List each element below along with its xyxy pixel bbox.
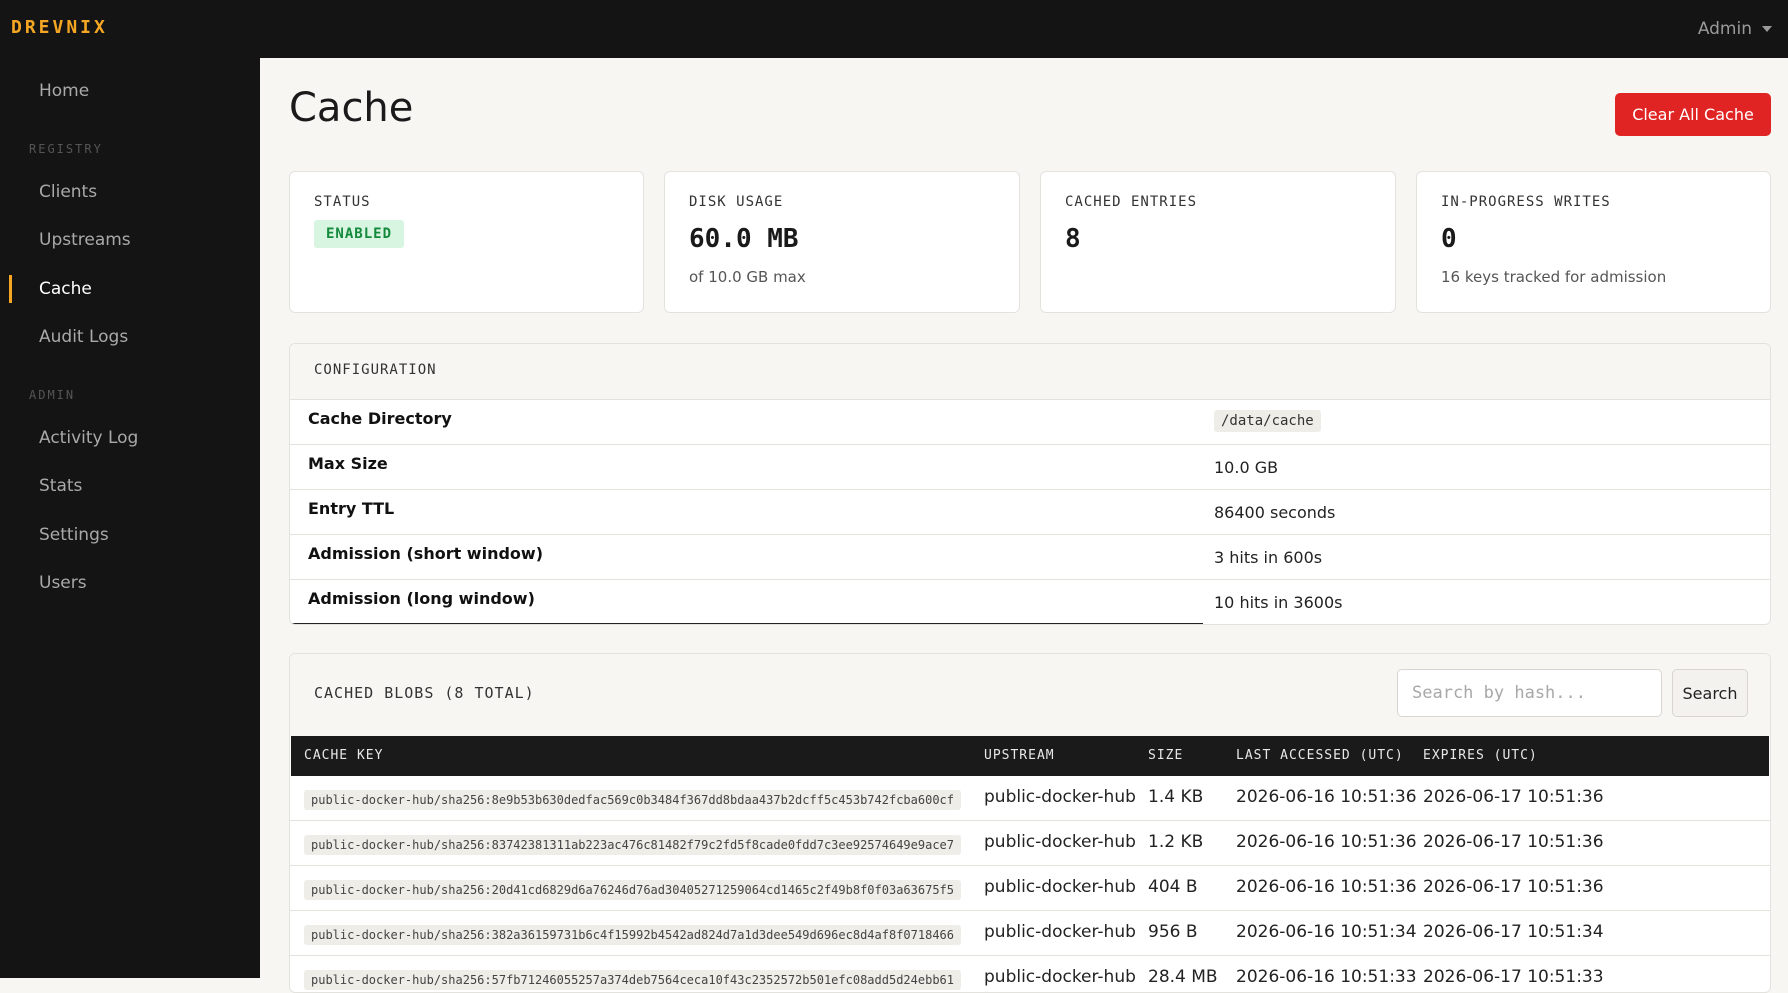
sidebar-item-cache[interactable]: Cache bbox=[39, 279, 92, 299]
size-cell: 1.4 KB bbox=[1148, 787, 1204, 807]
search-input[interactable] bbox=[1397, 669, 1662, 717]
status-badge: ENABLED bbox=[314, 220, 405, 248]
table-row[interactable]: public-docker-hub/sha256:57fb71246055257… bbox=[290, 956, 1770, 992]
upstream-cell: public-docker-hub bbox=[984, 832, 1136, 852]
table-row[interactable]: public-docker-hub/sha256:83742381311ab22… bbox=[290, 821, 1770, 866]
config-row: Cache Directory /data/cache bbox=[290, 400, 1770, 445]
last-accessed-cell: 2026-06-16 10:51:36 bbox=[1236, 832, 1417, 852]
config-key: Admission (long window) bbox=[308, 589, 535, 608]
expires-cell: 2026-06-17 10:51:36 bbox=[1423, 877, 1604, 897]
table-header: CACHE KEY UPSTREAM SIZE LAST ACCESSED (U… bbox=[291, 736, 1769, 776]
sidebar: Home REGISTRY Clients Upstreams Cache Au… bbox=[0, 58, 260, 978]
expires-cell: 2026-06-17 10:51:36 bbox=[1423, 832, 1604, 852]
cached-blobs-title: CACHED BLOBS (8 TOTAL) bbox=[314, 684, 535, 702]
status-label: STATUS bbox=[314, 194, 371, 210]
upstream-cell: public-docker-hub bbox=[984, 877, 1136, 897]
config-key: Entry TTL bbox=[308, 499, 395, 518]
in-progress-writes-card: IN-PROGRESS WRITES 0 16 keys tracked for… bbox=[1416, 171, 1771, 313]
sidebar-item-settings[interactable]: Settings bbox=[39, 525, 109, 545]
last-accessed-cell: 2026-06-16 10:51:33 bbox=[1236, 967, 1417, 987]
config-row: Admission (short window) 3 hits in 600s bbox=[290, 535, 1770, 580]
user-menu[interactable]: Admin bbox=[1698, 19, 1772, 39]
divider bbox=[290, 623, 1203, 624]
table-row[interactable]: public-docker-hub/sha256:8e9b53b630dedfa… bbox=[290, 776, 1770, 821]
cached-entries-card: CACHED ENTRIES 8 bbox=[1040, 171, 1396, 313]
configuration-title: CONFIGURATION bbox=[314, 362, 437, 378]
sidebar-item-stats[interactable]: Stats bbox=[39, 476, 82, 496]
cache-key: public-docker-hub/sha256:20d41cd6829d6a7… bbox=[304, 880, 961, 900]
last-accessed-cell: 2026-06-16 10:51:36 bbox=[1236, 787, 1417, 807]
config-value: 86400 seconds bbox=[1214, 503, 1336, 522]
cache-key: public-docker-hub/sha256:83742381311ab22… bbox=[304, 835, 961, 855]
page-title: Cache bbox=[289, 85, 414, 131]
last-accessed-cell: 2026-06-16 10:51:34 bbox=[1236, 922, 1417, 942]
last-accessed-cell: 2026-06-16 10:51:36 bbox=[1236, 877, 1417, 897]
active-indicator bbox=[9, 275, 12, 303]
cache-key: public-docker-hub/sha256:382a36159731b6c… bbox=[304, 925, 961, 945]
clear-all-cache-button[interactable]: Clear All Cache bbox=[1615, 93, 1771, 136]
cache-key: public-docker-hub/sha256:57fb71246055257… bbox=[304, 970, 961, 990]
config-row: Entry TTL 86400 seconds bbox=[290, 490, 1770, 535]
expires-cell: 2026-06-17 10:51:33 bbox=[1423, 967, 1604, 987]
disk-usage-card: DISK USAGE 60.0 MB of 10.0 GB max bbox=[664, 171, 1020, 313]
sidebar-item-upstreams[interactable]: Upstreams bbox=[39, 230, 131, 250]
table-row[interactable]: public-docker-hub/sha256:382a36159731b6c… bbox=[290, 911, 1770, 956]
config-row: Max Size 10.0 GB bbox=[290, 445, 1770, 490]
configuration-header: CONFIGURATION bbox=[290, 344, 1770, 400]
expires-cell: 2026-06-17 10:51:36 bbox=[1423, 787, 1604, 807]
size-cell: 956 B bbox=[1148, 922, 1198, 942]
sidebar-section-registry: REGISTRY bbox=[29, 142, 103, 156]
cached-entries-value: 8 bbox=[1065, 224, 1081, 254]
config-key: Max Size bbox=[308, 454, 388, 473]
cached-entries-label: CACHED ENTRIES bbox=[1065, 194, 1198, 210]
config-value: /data/cache bbox=[1214, 410, 1321, 432]
config-row: Admission (long window) 10 hits in 3600s bbox=[290, 580, 1770, 624]
main-content: Cache Clear All Cache STATUS ENABLED DIS… bbox=[260, 58, 1788, 993]
upstream-cell: public-docker-hub bbox=[984, 787, 1136, 807]
config-value: 10.0 GB bbox=[1214, 458, 1279, 477]
column-header-size[interactable]: SIZE bbox=[1148, 748, 1183, 763]
brand-logo[interactable]: DREVNIX bbox=[11, 17, 108, 38]
column-header-upstream[interactable]: UPSTREAM bbox=[984, 748, 1055, 763]
sidebar-item-activity-log[interactable]: Activity Log bbox=[39, 428, 138, 448]
config-key: Admission (short window) bbox=[308, 544, 543, 563]
config-key: Cache Directory bbox=[308, 409, 452, 428]
sidebar-item-clients[interactable]: Clients bbox=[39, 182, 97, 202]
upstream-cell: public-docker-hub bbox=[984, 922, 1136, 942]
configuration-panel: CONFIGURATION Cache Directory /data/cach… bbox=[289, 343, 1771, 625]
top-bar: DREVNIX Admin bbox=[0, 0, 1788, 58]
column-header-cache-key[interactable]: CACHE KEY bbox=[304, 748, 383, 763]
cache-directory-value: /data/cache bbox=[1214, 410, 1321, 432]
upstream-cell: public-docker-hub bbox=[984, 967, 1136, 987]
search-button[interactable]: Search bbox=[1672, 669, 1748, 717]
config-value: 3 hits in 600s bbox=[1214, 548, 1323, 567]
size-cell: 404 B bbox=[1148, 877, 1198, 897]
in-progress-writes-sub: 16 keys tracked for admission bbox=[1441, 268, 1667, 286]
cached-blobs-panel: CACHED BLOBS (8 TOTAL) Search CACHE KEY … bbox=[289, 653, 1771, 993]
in-progress-writes-value: 0 bbox=[1441, 224, 1457, 254]
table-row[interactable]: public-docker-hub/sha256:20d41cd6829d6a7… bbox=[290, 866, 1770, 911]
disk-usage-sub: of 10.0 GB max bbox=[689, 268, 806, 286]
caret-down-icon bbox=[1762, 26, 1772, 32]
cached-blobs-header: CACHED BLOBS (8 TOTAL) Search bbox=[290, 654, 1770, 736]
sidebar-section-admin: ADMIN bbox=[29, 388, 76, 402]
size-cell: 28.4 MB bbox=[1148, 967, 1218, 987]
in-progress-writes-label: IN-PROGRESS WRITES bbox=[1441, 194, 1611, 210]
sidebar-item-audit-logs[interactable]: Audit Logs bbox=[39, 327, 128, 347]
cache-key: public-docker-hub/sha256:8e9b53b630dedfa… bbox=[304, 790, 961, 810]
status-card: STATUS ENABLED bbox=[289, 171, 644, 313]
column-header-last-accessed[interactable]: LAST ACCESSED (UTC) bbox=[1236, 748, 1404, 763]
expires-cell: 2026-06-17 10:51:34 bbox=[1423, 922, 1604, 942]
user-menu-label: Admin bbox=[1697, 19, 1752, 39]
config-value: 10 hits in 3600s bbox=[1214, 593, 1343, 612]
size-cell: 1.2 KB bbox=[1148, 832, 1204, 852]
sidebar-item-users[interactable]: Users bbox=[39, 573, 87, 593]
disk-usage-value: 60.0 MB bbox=[689, 224, 799, 254]
column-header-expires[interactable]: EXPIRES (UTC) bbox=[1423, 748, 1538, 763]
sidebar-item-home[interactable]: Home bbox=[39, 81, 89, 101]
disk-usage-label: DISK USAGE bbox=[689, 194, 784, 210]
